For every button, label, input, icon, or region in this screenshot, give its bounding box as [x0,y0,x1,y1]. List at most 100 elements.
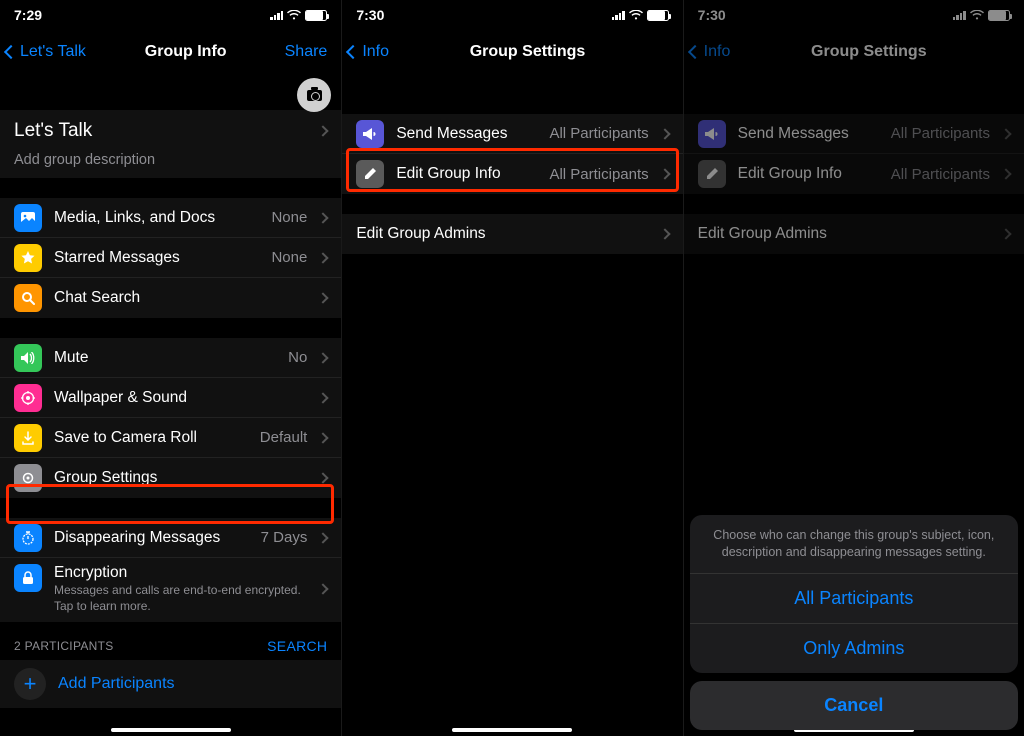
status-bar: 7:29 [0,0,341,30]
home-indicator[interactable] [111,728,231,732]
add-participants-label: Add Participants [58,675,175,693]
chevron-right-icon [318,352,329,363]
chevron-right-icon [659,228,670,239]
sheet-description: Choose who can change this group's subje… [690,515,1018,574]
back-button[interactable]: Let's Talk [6,43,96,61]
row-label: Send Messages [738,125,879,143]
row-label: Save to Camera Roll [54,429,248,447]
wifi-icon [629,10,643,20]
row-label: Media, Links, and Docs [54,209,259,227]
option-only-admins[interactable]: Only Admins [690,624,1018,673]
chevron-right-icon [318,212,329,223]
row-label: Starred Messages [54,249,259,267]
permissions-section: Send Messages All Participants Edit Grou… [684,114,1024,194]
option-all-participants[interactable]: All Participants [690,574,1018,624]
search-icon [14,284,42,312]
back-label: Info [704,43,731,61]
chevron-right-icon [318,252,329,263]
edit-admins-row: Edit Group Admins [684,214,1024,254]
row-value: None [271,249,307,266]
row-label: Group Settings [54,469,307,487]
group-header-section: Let's Talk Add group description [0,110,341,178]
pencil-icon [698,160,726,188]
starred-row[interactable]: Starred Messages None [0,238,341,278]
row-label: Edit Group Admins [698,225,990,243]
wallpaper-icon [14,384,42,412]
wifi-icon [970,10,984,20]
row-label: Mute [54,349,276,367]
save-row[interactable]: Save to Camera Roll Default [0,418,341,458]
nav-bar: Info Group Settings [342,30,682,74]
nav-title: Group Settings [438,43,616,61]
participants-header: 2 PARTICIPANTS SEARCH [0,622,341,660]
chevron-right-icon [659,168,670,179]
phone-screen-1: 7:29 Let's Talk Group Info Share Let's T… [0,0,341,736]
camera-icon [307,90,322,101]
nav-title: Group Info [96,43,275,61]
cancel-button[interactable]: Cancel [690,681,1018,730]
encryption-label: Encryption [54,564,307,582]
group-settings-row[interactable]: Group Settings [0,458,341,498]
search-participants-button[interactable]: SEARCH [267,638,327,654]
signal-icon [270,10,283,20]
disappearing-row[interactable]: Disappearing Messages 7 Days [0,518,341,558]
edit-group-info-row[interactable]: Edit Group Info All Participants [342,154,682,194]
chevron-right-icon [318,432,329,443]
wallpaper-row[interactable]: Wallpaper & Sound [0,378,341,418]
status-time: 7:30 [356,7,384,23]
back-button[interactable]: Info [348,43,438,61]
status-time: 7:30 [698,7,726,23]
row-label: Wallpaper & Sound [54,389,307,407]
status-bar: 7:30 [684,0,1024,30]
media-row[interactable]: Media, Links, and Docs None [0,198,341,238]
gear-icon [14,464,42,492]
chevron-left-icon [688,45,702,59]
status-indicators [953,10,1010,21]
battery-icon [988,10,1010,21]
group-name: Let's Talk [14,120,92,142]
share-button[interactable]: Share [275,43,335,61]
signal-icon [612,10,625,20]
media-section: Media, Links, and Docs None Starred Mess… [0,198,341,318]
action-sheet-options: Choose who can change this group's subje… [690,515,1018,673]
row-label: Disappearing Messages [54,529,249,547]
download-icon [14,424,42,452]
row-label: Edit Group Admins [356,225,648,243]
add-participants-row[interactable]: + Add Participants [0,660,341,708]
chevron-right-icon [1000,168,1011,179]
home-indicator[interactable] [452,728,572,732]
row-value: No [288,349,307,366]
row-value: None [271,209,307,226]
back-label: Let's Talk [20,43,86,61]
row-value: Default [260,429,308,446]
group-name-row[interactable]: Let's Talk [0,110,341,146]
phone-screen-2: 7:30 Info Group Settings Send Messages A… [341,0,682,736]
nav-bar: Info Group Settings [684,30,1024,74]
nav-bar: Let's Talk Group Info Share [0,30,341,74]
status-indicators [612,10,669,21]
row-value: 7 Days [261,529,308,546]
encryption-row[interactable]: Encryption Messages and calls are end-to… [0,558,341,622]
admins-section: Edit Group Admins [684,214,1024,254]
chevron-right-icon [318,532,329,543]
back-label: Info [362,43,389,61]
encryption-sublabel: Messages and calls are end-to-end encryp… [54,583,307,614]
battery-icon [305,10,327,21]
search-row[interactable]: Chat Search [0,278,341,318]
group-description-row[interactable]: Add group description [0,146,341,178]
row-value: All Participants [549,125,648,142]
send-messages-row[interactable]: Send Messages All Participants [342,114,682,154]
edit-group-info-row: Edit Group Info All Participants [684,154,1024,194]
action-sheet: Choose who can change this group's subje… [690,515,1018,730]
plus-icon: + [14,668,46,700]
edit-admins-row[interactable]: Edit Group Admins [342,214,682,254]
signal-icon [953,10,966,20]
row-value: All Participants [891,166,990,183]
row-value: All Participants [891,125,990,142]
mute-row[interactable]: Mute No [0,338,341,378]
status-indicators [270,10,327,21]
row-label: Send Messages [396,125,537,143]
chevron-right-icon [1000,228,1011,239]
back-button: Info [690,43,780,61]
wifi-icon [287,10,301,20]
